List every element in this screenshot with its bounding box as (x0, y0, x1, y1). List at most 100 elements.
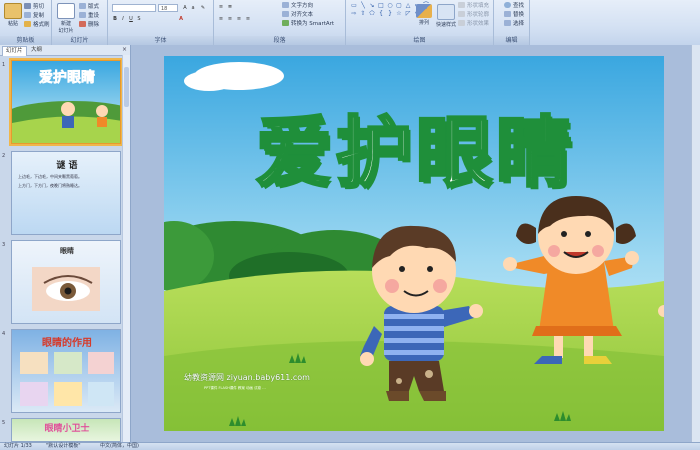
grow-font-button[interactable]: A (182, 5, 188, 11)
align-right-button[interactable]: ≡ (236, 16, 242, 22)
shape-textbox-icon[interactable]: ▭ (350, 2, 358, 9)
select-button[interactable]: 选择 (504, 19, 524, 27)
thumbnail-4-illustrations (20, 352, 114, 406)
paste-icon (4, 3, 22, 19)
effects-icon (458, 20, 465, 26)
align-text-icon (282, 11, 289, 17)
new-slide-icon (57, 3, 75, 19)
copy-icon (24, 12, 31, 18)
shape-rounded-icon[interactable]: ▢ (395, 2, 403, 9)
slides-group: 新建 幻灯片 版式 重设 删除 幻灯片 (52, 0, 108, 45)
shape-effects-button[interactable]: 形状效果 (458, 19, 489, 27)
smartart-icon (282, 20, 289, 26)
shape-bracket-icon[interactable]: { (377, 10, 385, 17)
slide-thumbnail-3[interactable]: 眼睛 (11, 240, 121, 324)
slide-thumbnail-4[interactable]: 眼睛的作用 (11, 329, 121, 413)
italic-button[interactable]: I (120, 16, 126, 22)
slide-number: 1 (2, 62, 6, 68)
slide-number: 3 (2, 242, 6, 248)
text-direction-icon (282, 2, 289, 8)
tab-outline[interactable]: 大纲 (28, 46, 45, 55)
slides-group-label: 幻灯片 (52, 36, 107, 45)
shape-rect-icon[interactable]: □ (377, 2, 385, 9)
slide-thumbnail-5[interactable]: 眼睛小卫士 (11, 418, 121, 442)
ribbon: 粘贴 剪切 复制 格式刷 剪贴板 新建 幻灯片 版式 重设 删除 幻灯片 18 … (0, 0, 700, 46)
slide-thumbnail-1[interactable]: 爱护眼睛 (9, 58, 123, 146)
pane-tabs: 幻灯片 大纲 × (0, 45, 130, 56)
shrink-font-button[interactable]: a (190, 5, 196, 11)
arrange-button[interactable]: 排列 (414, 4, 434, 26)
underline-button[interactable]: U (128, 16, 134, 22)
drawing-group-label: 绘图 (346, 36, 493, 45)
font-name-combo[interactable] (112, 4, 156, 12)
text-direction-button[interactable]: 文字方向 (282, 1, 313, 9)
font-group-label: 字体 (108, 36, 213, 45)
cut-button[interactable]: 剪切 (24, 2, 44, 10)
brush-icon (24, 21, 31, 27)
thumbnail-2-line: 上方门，下方门，夜晚门将熟睡达。 (18, 183, 82, 188)
delete-icon (79, 21, 86, 27)
format-painter-button[interactable]: 格式刷 (24, 20, 50, 28)
font-size-combo[interactable]: 18 (158, 4, 178, 12)
reset-icon (79, 12, 86, 18)
shape-oval-icon[interactable]: ○ (386, 2, 394, 9)
bullets-button[interactable]: ≡ (218, 4, 224, 10)
slide-number: 2 (2, 153, 6, 159)
strikethrough-button[interactable]: S (136, 16, 142, 22)
watermark-sub: PPT课件 FLASH课件 教案 动画 试卷 … (204, 386, 266, 390)
delete-slide-button[interactable]: 删除 (79, 20, 99, 28)
tab-slides[interactable]: 幻灯片 (2, 46, 27, 56)
shape-bracket2-icon[interactable]: } (386, 10, 394, 17)
replace-button[interactable]: 替换 (504, 10, 524, 18)
pane-scrollbar[interactable] (122, 55, 130, 442)
scissors-icon (24, 3, 31, 9)
slide-number: 5 (2, 420, 6, 426)
slide-number: 4 (2, 331, 6, 337)
align-left-button[interactable]: ≡ (218, 16, 224, 22)
reset-button[interactable]: 重设 (79, 11, 99, 19)
shape-blockarrow-icon[interactable]: ⇨ (350, 10, 358, 17)
font-color-button[interactable]: A (178, 16, 184, 22)
eye-photo-icon (32, 267, 100, 311)
pane-scroll-thumb[interactable] (124, 67, 129, 107)
thumbnail-2-body: 上边毛，下边毛，中间夹颗黑葡萄。 上方门，下方门，夜晚门将熟睡达。 (18, 174, 118, 189)
slide-editor: 爱护眼睛 幼教资源网 ziyuan.baby611.com PPT课件 FLAS… (131, 45, 700, 442)
copy-button[interactable]: 复制 (24, 11, 44, 19)
shape-star-icon[interactable]: ☆ (395, 10, 403, 17)
align-center-button[interactable]: ≡ (227, 16, 233, 22)
numbering-button[interactable]: ≣ (227, 4, 233, 10)
shape-triangle-icon[interactable]: △ (404, 2, 412, 9)
close-pane-icon[interactable]: × (122, 46, 127, 53)
shape-fill-button[interactable]: 形状填充 (458, 1, 489, 9)
find-button[interactable]: 查找 (504, 1, 524, 9)
editor-scrollbar[interactable] (691, 45, 700, 442)
slide-title[interactable]: 爱护眼睛 (226, 107, 606, 199)
align-text-button[interactable]: 对齐文本 (282, 10, 313, 18)
bold-button[interactable]: B (112, 16, 118, 22)
smartart-button[interactable]: 转换为 SmartArt (282, 19, 334, 27)
shape-callout-icon[interactable]: ◸ (404, 10, 412, 17)
layout-button[interactable]: 版式 (79, 2, 99, 10)
shape-arrow-icon[interactable]: ↘ (368, 2, 376, 9)
fill-bucket-icon (458, 2, 465, 8)
justify-button[interactable]: ≡ (245, 16, 251, 22)
layout-icon (79, 3, 86, 9)
thumbnail-2-line: 上边毛，下边毛，中间夹颗黑葡萄。 (18, 174, 82, 179)
magnifier-icon (504, 2, 511, 8)
slides-pane: 幻灯片 大纲 × 1 爱护眼睛 2 谜 语 上边毛，下边毛，中间夹颗黑葡萄。 上… (0, 45, 131, 442)
shape-pentagon-icon[interactable]: ⬠ (368, 10, 376, 17)
quick-styles-button[interactable]: 快速样式 (436, 4, 456, 28)
thumbnail-1-title: 爱护眼睛 (39, 70, 96, 87)
slide-thumbnail-2[interactable]: 谜 语 上边毛，下边毛，中间夹颗黑葡萄。 上方门，下方门，夜晚门将熟睡达。 (11, 151, 121, 235)
thumbnail-3-title: 眼睛 (60, 247, 74, 255)
replace-icon (504, 11, 511, 17)
paste-button[interactable]: 粘贴 (3, 3, 23, 27)
pen-icon (458, 11, 465, 17)
shape-line-icon[interactable]: ╲ (359, 2, 367, 9)
clear-format-button[interactable]: ✎ (200, 5, 206, 11)
new-slide-button[interactable]: 新建 幻灯片 (56, 3, 76, 34)
slide-canvas[interactable]: 爱护眼睛 幼教资源网 ziyuan.baby611.com PPT课件 FLAS… (164, 56, 664, 431)
shape-outline-button[interactable]: 形状轮廓 (458, 10, 489, 18)
paragraph-group: ≡ ≣ ≡ ≡ ≡ ≡ 文字方向 对齐文本 转换为 SmartArt 段落 (214, 0, 346, 45)
shape-arrowup-icon[interactable]: ⇧ (359, 10, 367, 17)
